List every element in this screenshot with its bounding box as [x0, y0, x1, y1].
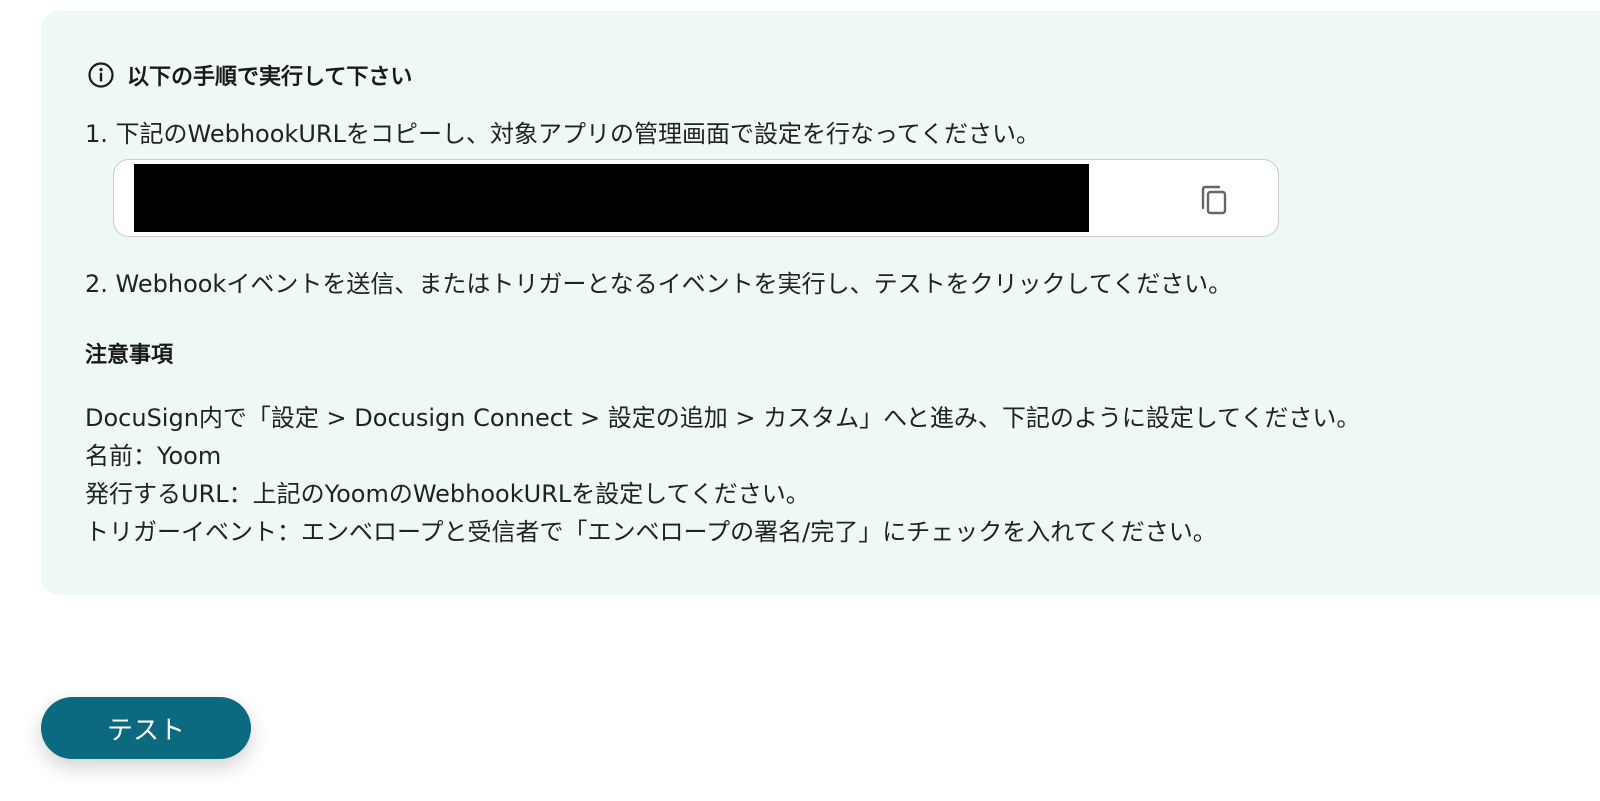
instructions-heading: 以下の手順で実行して下さい	[87, 59, 412, 91]
notes-line: 発行するURL：上記のYoomのWebhookURLを設定してください。	[85, 480, 810, 508]
copy-icon	[1196, 182, 1232, 218]
info-circle-icon	[87, 61, 115, 89]
step-1-text: 1. 下記のWebhookURLをコピーし、対象アプリの管理画面で設定を行なって…	[85, 120, 1041, 148]
webhook-url-value-redacted	[134, 164, 1089, 232]
test-button[interactable]: テスト	[41, 697, 251, 759]
notes-line: DocuSign内で「設定 > Docusign Connect > 設定の追加…	[85, 404, 1361, 432]
notes-body: DocuSign内で「設定 > Docusign Connect > 設定の追加…	[85, 399, 1360, 551]
notes-title: 注意事項	[85, 343, 174, 368]
step-2-text: 2. Webhookイベントを送信、またはトリガーとなるイベントを実行し、テスト…	[85, 270, 1233, 298]
notes-line: 名前：Yoom	[85, 442, 222, 470]
notes-line: トリガーイベント：エンベロープと受信者で「エンベロープの署名/完了」にチェックを…	[85, 518, 1217, 546]
copy-url-button[interactable]	[1196, 182, 1232, 218]
webhook-url-field[interactable]	[113, 159, 1279, 237]
instructions-heading-text: 以下の手順で実行して下さい	[127, 65, 413, 90]
instructions-panel: 以下の手順で実行して下さい 1. 下記のWebhookURLをコピーし、対象アプ…	[41, 11, 1600, 595]
